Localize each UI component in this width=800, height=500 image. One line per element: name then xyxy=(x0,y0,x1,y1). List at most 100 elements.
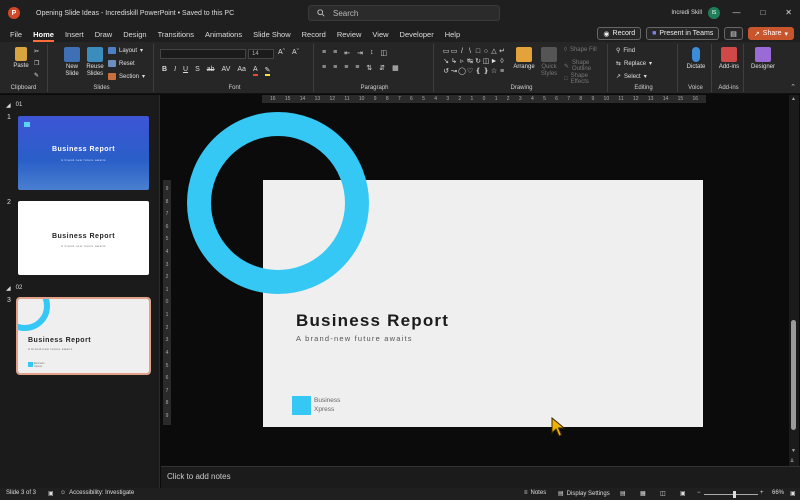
increase-indent-icon[interactable]: ⇥ xyxy=(357,49,363,57)
align-center-icon[interactable]: ≡ xyxy=(333,64,337,72)
highlight-icon[interactable]: ✎ xyxy=(264,66,271,76)
logo-text[interactable]: Business Xpress xyxy=(314,397,354,414)
fit-slide-icon[interactable]: ▣ xyxy=(790,490,796,497)
vertical-ruler[interactable]: 9 8 7 6 5 4 3 2 1 0 1 2 3 4 5 6 7 8 9 xyxy=(163,180,171,425)
zoom-level[interactable]: 66% xyxy=(772,490,784,496)
addins-button[interactable]: Add-ins xyxy=(715,47,743,70)
line-spacing-icon[interactable]: ↕ xyxy=(370,49,374,57)
shrink-font-icon[interactable]: Aˇ xyxy=(292,49,299,56)
ring-shape[interactable] xyxy=(187,112,369,294)
decrease-indent-icon[interactable]: ⇤ xyxy=(344,49,350,57)
quick-styles-button[interactable]: Quick Styles xyxy=(538,47,560,78)
notes-button[interactable]: ≡ Notes xyxy=(524,490,546,496)
close-icon[interactable]: ✕ xyxy=(785,8,792,17)
designer-button[interactable]: Designer xyxy=(747,47,779,70)
slide-sorter-icon[interactable]: ▦ xyxy=(640,490,646,497)
share-button[interactable]: ↗ Share ▾ xyxy=(747,27,794,40)
text-direction-icon[interactable]: ⇅ xyxy=(366,64,372,72)
find-button[interactable]: ⚲ Find xyxy=(616,47,635,55)
zoom-slider-thumb[interactable] xyxy=(733,491,736,498)
search-box[interactable]: Search xyxy=(308,5,500,21)
new-slide-button[interactable]: New Slide xyxy=(60,47,84,78)
character-spacing-icon[interactable]: AV xyxy=(222,66,231,76)
zoom-out-icon[interactable]: − xyxy=(697,490,701,496)
shapes-gallery[interactable]: ▭ ▭ / \ □ ○ △ ↵ ↘ ↳ ▹ ↹ ↻ ◫ ► ◊ ↺ ↝ ◯ ♡ ❴ ❵ ☆ ≡ xyxy=(442,47,506,81)
font-family-box[interactable] xyxy=(160,49,246,59)
present-in-teams-button[interactable]: ■ Present in Teams xyxy=(646,27,720,40)
bullets-icon[interactable]: ≡ xyxy=(322,49,326,57)
maximize-icon[interactable]: □ xyxy=(760,8,765,17)
dictate-button[interactable]: Dictate xyxy=(682,47,710,70)
align-left-icon[interactable]: ≡ xyxy=(322,64,326,72)
shape-effects-button[interactable]: □ Shape Effects xyxy=(564,73,607,85)
tab-record[interactable]: Record xyxy=(302,30,326,39)
spell-check-icon[interactable]: ▣ xyxy=(48,490,54,497)
section-header[interactable]: ◢ 01 xyxy=(6,102,22,109)
zoom-in-icon[interactable]: + xyxy=(760,490,764,496)
slide-show-icon[interactable]: ▣ xyxy=(680,490,686,497)
tab-review[interactable]: Review xyxy=(337,30,362,39)
tab-design[interactable]: Design xyxy=(123,30,146,39)
tab-transitions[interactable]: Transitions xyxy=(158,30,194,39)
format-painter-button[interactable]: ✎ xyxy=(34,72,39,79)
reset-button[interactable]: Reset xyxy=(108,60,135,67)
smartart-icon[interactable]: ▦ xyxy=(392,64,399,72)
tab-slide-show[interactable]: Slide Show xyxy=(253,30,291,39)
justify-icon[interactable]: ≡ xyxy=(355,64,359,72)
slide-thumbnail-selected[interactable]: Business Report A brand-new future await… xyxy=(16,297,151,375)
strikethrough-icon[interactable]: ab xyxy=(207,66,215,76)
tab-help[interactable]: Help xyxy=(445,30,460,39)
slide-thumbnail[interactable]: Business Report A brand-new future await… xyxy=(18,116,149,190)
scroll-up-icon[interactable]: ▲ xyxy=(791,96,796,102)
slide-thumbnail[interactable]: Business Report A brand-new future await… xyxy=(18,201,149,275)
select-button[interactable]: ↗ Select ▾ xyxy=(616,73,647,81)
grow-font-icon[interactable]: Aˆ xyxy=(278,49,285,56)
shape-fill-button[interactable]: ◊ Shape Fill xyxy=(564,47,597,53)
collapse-ribbon-icon[interactable]: ⌃ xyxy=(790,83,796,91)
display-settings-button[interactable]: ▤ Display Settings xyxy=(558,490,610,498)
cut-button[interactable]: ✂ xyxy=(34,48,39,55)
align-text-icon[interactable]: ⇵ xyxy=(379,64,385,72)
section-button[interactable]: Section ▾ xyxy=(108,73,145,80)
underline-icon[interactable]: U xyxy=(183,66,188,76)
accessibility-button[interactable]: ☺ Accessibility: Investigate xyxy=(60,490,134,496)
align-right-icon[interactable]: ≡ xyxy=(344,64,348,72)
tab-developer[interactable]: Developer xyxy=(400,30,434,39)
tab-view[interactable]: View xyxy=(372,30,388,39)
horizontal-ruler[interactable]: 16 15 14 13 12 11 10 9 8 7 6 5 4 3 2 1 0 1 2 3 4 5 6 7 8 9 10 11 12 1… xyxy=(262,95,706,103)
slide-subtitle[interactable]: A brand-new future awaits xyxy=(296,334,413,343)
scroll-down-icon[interactable]: ▼ xyxy=(791,448,796,454)
tab-draw[interactable]: Draw xyxy=(95,30,113,39)
logo-square[interactable] xyxy=(292,396,311,415)
notes-pane[interactable]: Click to add notes xyxy=(161,466,800,488)
tab-animations[interactable]: Animations xyxy=(205,30,242,39)
tab-home[interactable]: Home xyxy=(33,30,54,42)
minimize-ribbon-button[interactable]: ▤ xyxy=(724,27,743,40)
bold-icon[interactable]: B xyxy=(162,66,167,76)
record-button[interactable]: ◉ Record xyxy=(597,27,642,40)
font-size-box[interactable]: 14 xyxy=(248,49,274,59)
columns-icon[interactable]: ◫ xyxy=(380,49,387,57)
tab-file[interactable]: File xyxy=(10,30,22,39)
arrange-button[interactable]: Arrange xyxy=(512,47,536,70)
vertical-scrollbar[interactable]: ▲ ▼ ⇊ xyxy=(789,95,799,466)
reading-view-icon[interactable]: ◫ xyxy=(660,490,666,497)
layout-button[interactable]: Layout ▾ xyxy=(108,47,143,54)
numbering-icon[interactable]: ≡ xyxy=(333,49,337,57)
slide-title[interactable]: Business Report xyxy=(296,311,449,331)
paste-button[interactable]: Paste xyxy=(8,47,34,69)
section-header[interactable]: ◢ 02 xyxy=(6,285,22,292)
reuse-slides-button[interactable]: Reuse Slides xyxy=(84,47,106,78)
minimize-icon[interactable]: — xyxy=(732,8,740,17)
tab-insert[interactable]: Insert xyxy=(65,30,84,39)
font-color-icon[interactable]: A xyxy=(252,66,258,76)
replace-button[interactable]: ⇆ Replace ▾ xyxy=(616,60,652,68)
user-account[interactable]: Incredi Skill IS xyxy=(671,7,720,19)
next-slide-icon[interactable]: ⇊ xyxy=(790,458,794,464)
italic-icon[interactable]: I xyxy=(174,66,176,76)
scrollbar-thumb[interactable] xyxy=(791,320,796,430)
copy-button[interactable]: ❐ xyxy=(34,60,39,67)
change-case-icon[interactable]: Aa xyxy=(237,66,246,76)
shadow-icon[interactable]: S xyxy=(195,66,200,76)
normal-view-icon[interactable]: ▤ xyxy=(620,490,626,497)
